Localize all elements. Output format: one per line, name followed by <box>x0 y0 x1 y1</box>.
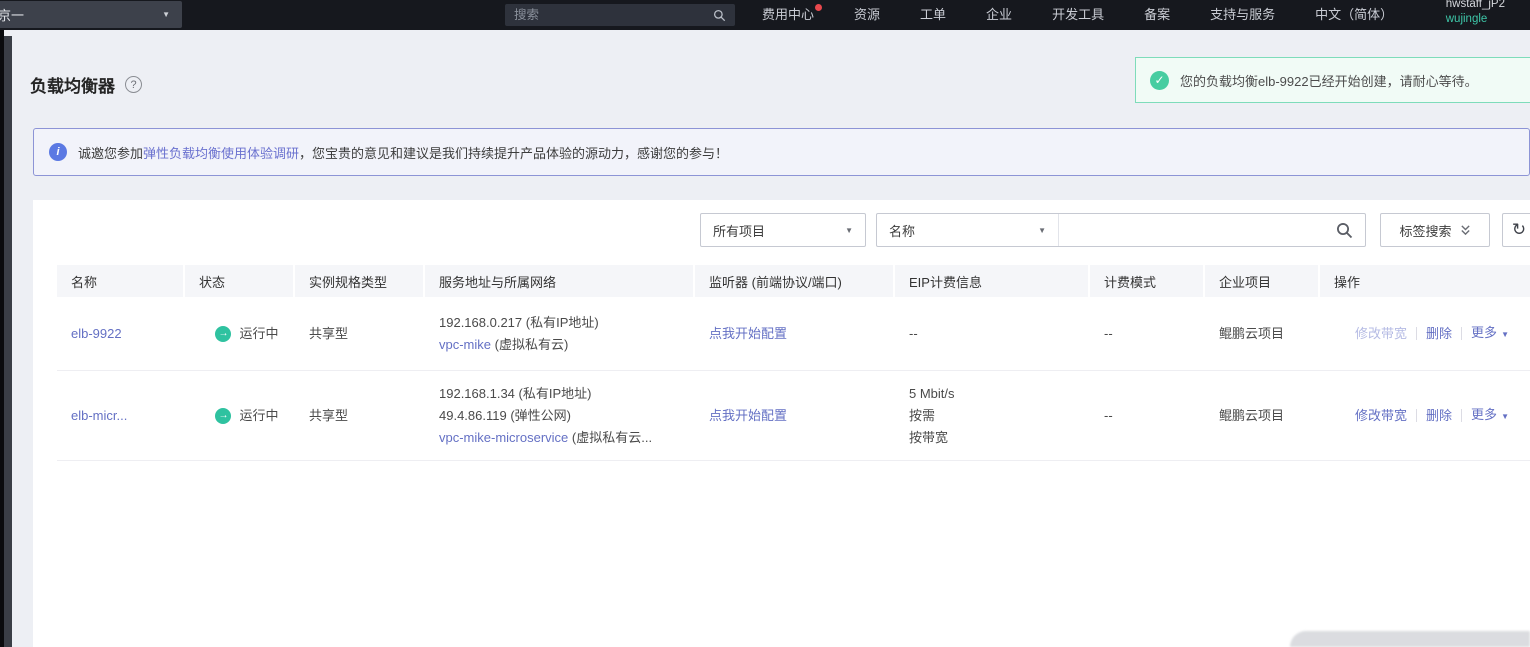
col-header-name[interactable]: 名称 <box>57 265 185 297</box>
spec-type: 共享型 <box>309 325 349 341</box>
user-menu[interactable]: hwstaff_jP2 wujingle <box>1446 0 1505 27</box>
collapsed-sidebar-edge[interactable] <box>4 36 12 647</box>
menu-tickets[interactable]: 工单 <box>900 0 966 30</box>
table-row: elb-micr... → 运行中 共享型 192.168.1.34 (私有IP… <box>57 371 1530 461</box>
status-text: 运行中 <box>239 325 279 341</box>
chevron-down-icon: ▼ <box>162 10 170 19</box>
menu-dev-tools[interactable]: 开发工具 <box>1032 0 1124 30</box>
survey-banner: i 诚邀您参加弹性负载均衡使用体验调研，您宝贵的意见和建议是我们持续提升产品体验… <box>33 128 1530 176</box>
vpc-line: vpc-mike-microservice (虚拟私有云... <box>439 429 653 445</box>
menu-enterprise[interactable]: 企业 <box>966 0 1032 30</box>
col-header-status[interactable]: 状态 <box>185 265 295 297</box>
table-row: elb-9922 → 运行中 共享型 192.168.0.217 (私有IP地址… <box>57 297 1530 371</box>
chevron-down-icon: ▼ <box>1038 225 1046 235</box>
more-menu-link[interactable]: 更多 ▼ <box>1471 322 1509 346</box>
menu-icp-filing[interactable]: 备案 <box>1124 0 1190 30</box>
action-divider <box>1461 409 1463 422</box>
menu-resources[interactable]: 资源 <box>834 0 900 30</box>
eip-billing: -- <box>909 325 918 341</box>
info-icon: i <box>49 143 67 161</box>
success-check-icon: ✓ <box>1150 70 1169 90</box>
billing-mode: -- <box>1104 325 1113 341</box>
region-selector[interactable]: 京一 ▼ <box>0 1 182 28</box>
lb-name-link[interactable]: elb-micr... <box>71 405 185 427</box>
refresh-icon: ↻ <box>1511 220 1527 239</box>
lb-name-link[interactable]: elb-9922 <box>71 323 185 345</box>
chevron-down-icon: ▼ <box>1501 411 1509 421</box>
eip-bandwidth: 5 Mbit/s <box>909 385 955 401</box>
table-header-row: 名称 状态 实例规格类型 服务地址与所属网络 监听器 (前端协议/端口) EIP… <box>57 265 1530 297</box>
billing-mode: -- <box>1104 407 1113 423</box>
status-running-icon: → <box>215 407 232 424</box>
col-header-enterprise-project[interactable]: 企业项目 <box>1205 265 1320 297</box>
vpc-line: vpc-mike (虚拟私有云) <box>439 336 569 352</box>
status-text: 运行中 <box>239 407 279 423</box>
vpc-link[interactable]: vpc-mike <box>439 337 491 352</box>
more-menu-link[interactable]: 更多 ▼ <box>1471 404 1509 428</box>
double-chevron-down-icon <box>1460 225 1470 236</box>
enterprise-project: 鲲鹏云项目 <box>1219 407 1285 423</box>
col-header-spec[interactable]: 实例规格类型 <box>295 265 425 297</box>
notification-dot <box>815 4 823 11</box>
chevron-down-icon: ▼ <box>845 225 853 235</box>
menu-support[interactable]: 支持与服务 <box>1190 0 1295 30</box>
private-ip: 192.168.0.217 (私有IP地址) <box>439 314 599 330</box>
private-ip: 192.168.1.34 (私有IP地址) <box>439 385 592 401</box>
load-balancer-card: 所有项目 ▼ 名称 ▼ 标签搜索 ↻ 名称 状态 实例规格类型 服务地址与所属网… <box>33 200 1530 647</box>
survey-link[interactable]: 弹性负载均衡使用体验调研 <box>143 146 299 161</box>
username: wujingle <box>1445 13 1488 25</box>
action-divider <box>1461 327 1463 340</box>
col-header-actions[interactable]: 操作 <box>1320 265 1530 297</box>
chevron-down-icon: ▼ <box>1501 329 1509 339</box>
region-label: 京一 <box>0 8 25 23</box>
help-icon[interactable]: ? <box>125 76 142 93</box>
configure-listener-link[interactable]: 点我开始配置 <box>709 323 895 345</box>
success-toast: ✓ 您的负载均衡elb-9922已经开始创建，请耐心等待。 <box>1135 57 1530 103</box>
search-icon[interactable] <box>1336 222 1353 239</box>
status-running-icon: → <box>215 325 232 342</box>
filter-toolbar: 所有项目 ▼ 名称 ▼ 标签搜索 ↻ <box>33 213 1530 247</box>
delete-link[interactable]: 删除 <box>1426 405 1452 427</box>
menu-billing-center[interactable]: 费用中心 <box>742 0 834 30</box>
tag-search-button[interactable]: 标签搜索 <box>1380 213 1490 247</box>
action-divider <box>1416 327 1418 340</box>
col-header-eip-billing[interactable]: EIP计费信息 <box>895 265 1090 297</box>
eip-billing-by: 按带宽 <box>909 429 949 445</box>
col-header-listener[interactable]: 监听器 (前端协议/端口) <box>695 265 895 297</box>
global-search-input[interactable] <box>514 8 713 22</box>
modify-bandwidth-link[interactable]: 修改带宽 <box>1355 323 1407 345</box>
screen: 京一 ▼ 费用中心 资源 工单 企业 开发工具 备案 支持与服务 中文（简体） … <box>0 0 1530 647</box>
toast-message: 您的负载均衡elb-9922已经开始创建，请耐心等待。 <box>1180 73 1478 89</box>
search-icon[interactable] <box>713 9 726 22</box>
col-header-address[interactable]: 服务地址与所属网络 <box>425 265 695 297</box>
table-search: 名称 ▼ <box>876 213 1366 247</box>
load-balancer-table: 名称 状态 实例规格类型 服务地址与所属网络 监听器 (前端协议/端口) EIP… <box>57 265 1530 461</box>
refresh-button[interactable]: ↻ <box>1502 213 1530 247</box>
modify-bandwidth-link[interactable]: 修改带宽 <box>1355 405 1407 427</box>
col-header-billing-mode[interactable]: 计费模式 <box>1090 265 1205 297</box>
project-filter-select[interactable]: 所有项目 ▼ <box>700 213 866 247</box>
search-field-select[interactable]: 名称 ▼ <box>877 214 1059 246</box>
delete-link[interactable]: 删除 <box>1426 323 1452 345</box>
top-navbar: 京一 ▼ 费用中心 资源 工单 企业 开发工具 备案 支持与服务 中文（简体） … <box>0 0 1530 30</box>
vpc-link[interactable]: vpc-mike-microservice <box>439 430 568 445</box>
banner-text: 诚邀您参加弹性负载均衡使用体验调研，您宝贵的意见和建议是我们持续提升产品体验的源… <box>78 145 729 161</box>
global-search[interactable] <box>505 4 735 26</box>
page-title: 负载均衡器 <box>30 77 115 96</box>
menu-language[interactable]: 中文（简体） <box>1295 0 1413 30</box>
configure-listener-link[interactable]: 点我开始配置 <box>709 405 895 427</box>
floating-widget-shadow <box>1290 631 1530 647</box>
account-id: hwstaff_jP2 <box>1445 0 1505 10</box>
eip-billing-type: 按需 <box>909 407 936 423</box>
page-body: 负载均衡器 ? ✓ 您的负载均衡elb-9922已经开始创建，请耐心等待。 i … <box>12 30 1530 647</box>
enterprise-project: 鲲鹏云项目 <box>1219 325 1285 341</box>
public-ip: 49.4.86.119 (弹性公网) <box>439 407 571 423</box>
top-menu: 费用中心 资源 工单 企业 开发工具 备案 支持与服务 中文（简体） <box>742 0 1413 30</box>
spec-type: 共享型 <box>309 407 349 423</box>
action-divider <box>1416 409 1418 422</box>
page-header: 负载均衡器 ? <box>30 72 142 97</box>
table-search-input[interactable] <box>1059 214 1332 246</box>
